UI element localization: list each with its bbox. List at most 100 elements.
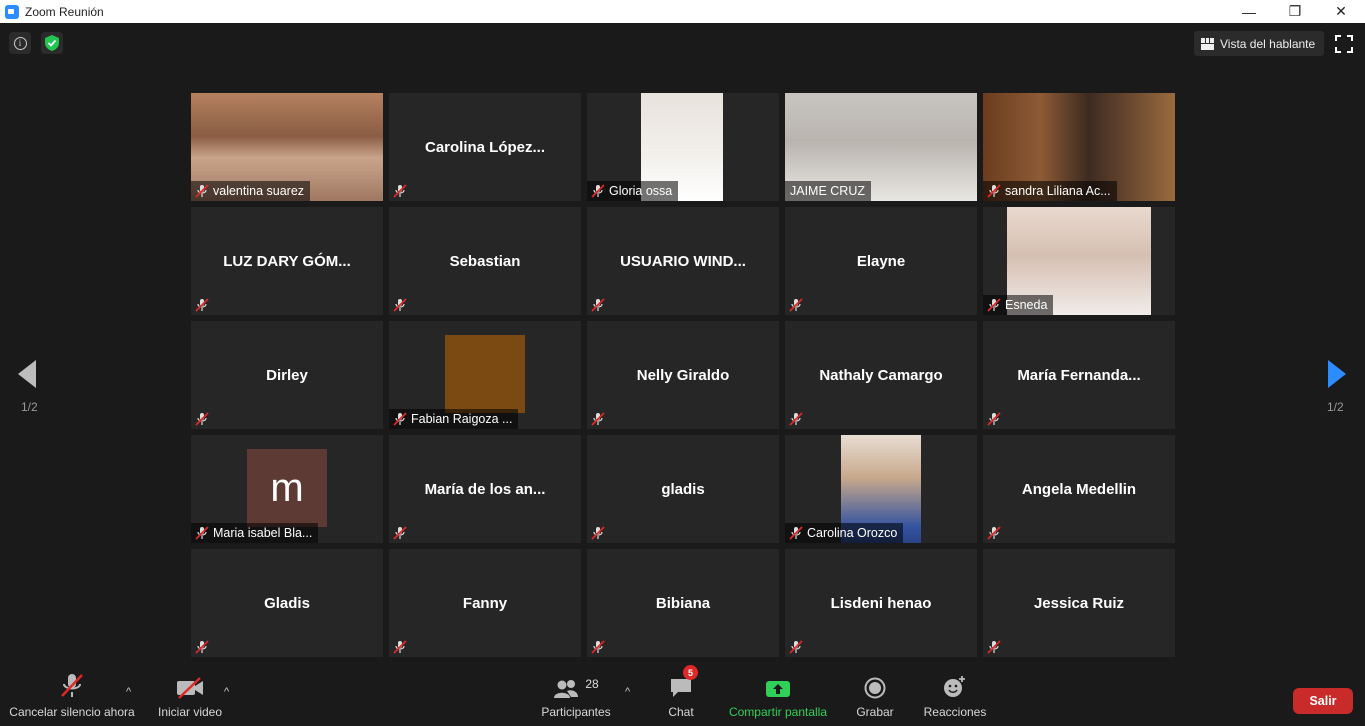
muted-mic-icon bbox=[987, 184, 1001, 198]
participant-tile[interactable]: Fanny bbox=[389, 549, 581, 657]
participant-name: Elayne bbox=[856, 252, 906, 270]
unmute-label: Cancelar silencio ahora bbox=[9, 705, 135, 719]
participants-options-caret-icon[interactable]: ^ bbox=[625, 686, 630, 698]
share-screen-button[interactable]: Compartir pantalla bbox=[722, 668, 834, 726]
participant-name: JAIME CRUZ bbox=[790, 184, 865, 198]
video-options-caret-icon[interactable]: ^ bbox=[224, 686, 229, 698]
participant-tile[interactable]: valentina suarez bbox=[191, 93, 383, 201]
participant-tile[interactable]: LUZ DARY GÓM... bbox=[191, 207, 383, 315]
participant-name: Maria isabel Bla... bbox=[213, 526, 313, 540]
record-icon bbox=[864, 668, 886, 702]
muted-mic-icon bbox=[195, 412, 209, 426]
participant-tile[interactable]: Sebastian bbox=[389, 207, 581, 315]
security-shield-icon[interactable] bbox=[41, 32, 63, 54]
minimize-button[interactable]: — bbox=[1226, 0, 1272, 23]
page-indicator-right: 1/2 bbox=[1327, 400, 1344, 414]
participant-name: sandra Liliana Ac... bbox=[1005, 184, 1111, 198]
reactions-label: Reacciones bbox=[923, 705, 987, 719]
participant-tile[interactable]: Dirley bbox=[191, 321, 383, 429]
participant-avatar: m bbox=[247, 449, 327, 527]
muted-mic-icon bbox=[789, 412, 803, 426]
participant-name: Angela Medellin bbox=[1021, 480, 1137, 498]
muted-mic-icon bbox=[591, 184, 605, 198]
participant-name: Carolina Orozco bbox=[807, 526, 898, 540]
title-bar: Zoom Reunión — ❐ ✕ bbox=[0, 0, 1365, 23]
participant-name: Fanny bbox=[462, 594, 508, 612]
muted-mic-icon bbox=[987, 526, 1001, 540]
muted-microphone-icon bbox=[60, 668, 84, 702]
participant-tile[interactable]: Elayne bbox=[785, 207, 977, 315]
participant-name: Sebastian bbox=[449, 252, 521, 270]
muted-mic-icon bbox=[987, 298, 1001, 312]
participant-video bbox=[445, 335, 525, 413]
participant-tile[interactable]: Nelly Giraldo bbox=[587, 321, 779, 429]
participant-tile[interactable]: gladis bbox=[587, 435, 779, 543]
participant-name: María Fernanda... bbox=[1017, 366, 1141, 384]
participant-tile[interactable]: Bibiana bbox=[587, 549, 779, 657]
participant-name-label: sandra Liliana Ac... bbox=[983, 181, 1117, 201]
participants-count: 28 bbox=[585, 677, 599, 691]
meeting-info-button[interactable]: i bbox=[9, 32, 31, 54]
muted-mic-icon bbox=[789, 526, 803, 540]
participant-name: Nelly Giraldo bbox=[636, 366, 730, 384]
chat-button[interactable]: 5 Chat bbox=[656, 665, 706, 726]
fullscreen-icon[interactable] bbox=[1335, 35, 1353, 53]
page-indicator-left: 1/2 bbox=[21, 400, 38, 414]
reactions-icon bbox=[943, 668, 967, 702]
participant-tile[interactable]: Gloria ossa bbox=[587, 93, 779, 201]
participant-tile[interactable]: María de los an... bbox=[389, 435, 581, 543]
record-button[interactable]: Grabar bbox=[848, 668, 902, 726]
participant-tile[interactable]: JAIME CRUZ bbox=[785, 93, 977, 201]
info-icon: i bbox=[13, 36, 27, 50]
participant-name-label: Fabian Raigoza ... bbox=[389, 409, 519, 429]
muted-mic-icon bbox=[195, 526, 209, 540]
participant-tile[interactable]: María Fernanda... bbox=[983, 321, 1175, 429]
participant-name: USUARIO WIND... bbox=[620, 252, 746, 270]
participant-tile[interactable]: Angela Medellin bbox=[983, 435, 1175, 543]
participant-name: Dirley bbox=[266, 366, 308, 384]
participant-tile[interactable]: Carolina Orozco bbox=[785, 435, 977, 543]
reactions-button[interactable]: Reacciones bbox=[918, 668, 992, 726]
participant-tile[interactable]: Lisdeni henao bbox=[785, 549, 977, 657]
muted-mic-icon bbox=[393, 184, 407, 198]
participant-tile[interactable]: Jessica Ruiz bbox=[983, 549, 1175, 657]
muted-mic-icon bbox=[393, 298, 407, 312]
leave-meeting-button[interactable]: Salir bbox=[1293, 688, 1353, 714]
participant-tile[interactable]: Nathaly Camargo bbox=[785, 321, 977, 429]
view-grid-icon bbox=[1201, 37, 1214, 50]
participants-icon: 28 bbox=[553, 668, 599, 702]
previous-page-arrow-icon[interactable] bbox=[18, 360, 36, 388]
muted-mic-icon bbox=[789, 640, 803, 654]
audio-options-caret-icon[interactable]: ^ bbox=[126, 686, 131, 698]
close-button[interactable]: ✕ bbox=[1318, 0, 1364, 23]
participant-tile[interactable]: Gladis bbox=[191, 549, 383, 657]
muted-mic-icon bbox=[591, 298, 605, 312]
participant-name: gladis bbox=[661, 480, 705, 498]
participant-tile[interactable]: Esneda bbox=[983, 207, 1175, 315]
participant-name-label: Maria isabel Bla... bbox=[191, 523, 319, 543]
speaker-view-label: Vista del hablante bbox=[1220, 36, 1316, 51]
chat-label: Chat bbox=[668, 705, 694, 719]
unmute-button[interactable]: Cancelar silencio ahora bbox=[4, 668, 140, 726]
next-page-arrow-icon[interactable] bbox=[1328, 360, 1346, 388]
muted-mic-icon bbox=[591, 526, 605, 540]
participants-button[interactable]: 28 Participantes bbox=[536, 668, 616, 726]
maximize-button[interactable]: ❐ bbox=[1272, 0, 1318, 23]
start-video-button[interactable]: Iniciar video bbox=[150, 668, 230, 726]
participants-label: Participantes bbox=[541, 705, 611, 719]
chat-icon: 5 bbox=[669, 665, 698, 702]
participant-name-label: JAIME CRUZ bbox=[785, 181, 871, 201]
participant-tile[interactable]: USUARIO WIND... bbox=[587, 207, 779, 315]
muted-mic-icon bbox=[393, 640, 407, 654]
meeting-toolbar: Cancelar silencio ahora Iniciar video 28… bbox=[0, 665, 1365, 726]
participant-tile[interactable]: Carolina López... bbox=[389, 93, 581, 201]
speaker-view-button[interactable]: Vista del hablante bbox=[1194, 31, 1324, 56]
muted-mic-icon bbox=[195, 184, 209, 198]
participant-tile[interactable]: m Maria isabel Bla... bbox=[191, 435, 383, 543]
participant-name: Fabian Raigoza ... bbox=[411, 412, 513, 426]
muted-mic-icon bbox=[789, 298, 803, 312]
participant-tile[interactable]: sandra Liliana Ac... bbox=[983, 93, 1175, 201]
participant-name: Esneda bbox=[1005, 298, 1048, 312]
participant-name: María de los an... bbox=[424, 480, 546, 498]
participant-tile[interactable]: Fabian Raigoza ... bbox=[389, 321, 581, 429]
